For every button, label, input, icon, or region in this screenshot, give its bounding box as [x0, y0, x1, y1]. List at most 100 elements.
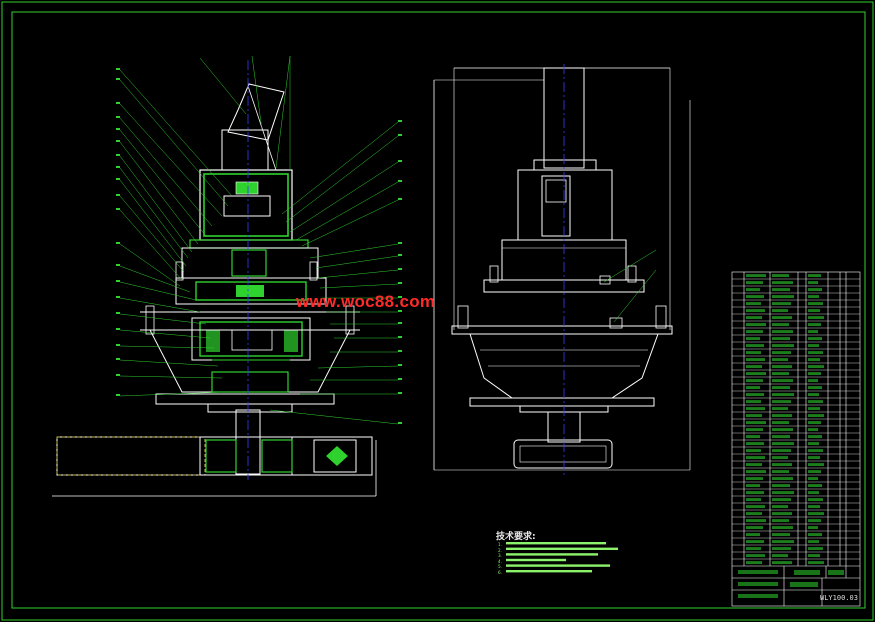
- parts-cell-mark: [772, 435, 790, 439]
- parts-cell-mark: [746, 491, 764, 495]
- parts-cell-mark: [772, 351, 791, 355]
- parts-cell-mark: [772, 414, 792, 418]
- parts-cell-mark: [808, 449, 823, 453]
- parts-cell-mark: [808, 274, 821, 278]
- parts-cell-mark: [772, 309, 788, 313]
- parts-cell-mark: [746, 316, 762, 320]
- parts-cell-mark: [808, 512, 824, 516]
- parts-cell-mark: [746, 463, 762, 467]
- parts-cell-mark: [772, 281, 793, 285]
- parts-cell-mark: [772, 561, 792, 565]
- parts-cell-mark: [746, 470, 766, 474]
- parts-cell-mark: [746, 330, 763, 334]
- parts-cell-mark: [746, 435, 760, 439]
- section-view: [52, 55, 402, 497]
- parts-cell-mark: [808, 302, 823, 306]
- parts-cell-mark: [808, 484, 822, 488]
- parts-cell-mark: [746, 540, 764, 544]
- parts-cell-mark: [772, 449, 791, 453]
- parts-cell-mark: [746, 484, 760, 488]
- parts-cell-mark: [772, 470, 789, 474]
- parts-cell-mark: [746, 379, 763, 383]
- parts-cell-mark: [772, 421, 789, 425]
- parts-cell-mark: [808, 491, 819, 495]
- parts-cell-mark: [772, 379, 793, 383]
- parts-cell-mark: [772, 302, 791, 306]
- parts-cell-mark: [772, 540, 794, 544]
- parts-cell-mark: [746, 428, 763, 432]
- parts-cell-mark: [808, 414, 824, 418]
- parts-list-rows: [732, 274, 860, 565]
- parts-cell-mark: [808, 526, 818, 530]
- parts-cell-mark: [746, 449, 761, 453]
- parts-cell-mark: [808, 477, 818, 481]
- parts-cell-mark: [808, 400, 823, 404]
- parts-cell-mark: [772, 477, 793, 481]
- parts-cell-mark: [772, 337, 790, 341]
- parts-cell-mark: [746, 407, 765, 411]
- parts-cell-mark: [772, 316, 792, 320]
- parts-cell-mark: [808, 421, 821, 425]
- parts-cell-mark: [808, 309, 820, 313]
- parts-cell-mark: [746, 498, 761, 502]
- parts-cell-mark: [772, 365, 792, 369]
- parts-cell-mark: [808, 435, 822, 439]
- parts-cell-mark: [772, 512, 792, 516]
- parts-cell-mark: [746, 442, 764, 446]
- parts-cell-mark: [772, 456, 788, 460]
- parts-cell-mark: [746, 344, 764, 348]
- parts-cell-mark: [772, 554, 788, 558]
- parts-cell-mark: [746, 288, 760, 292]
- mechanical-assembly-drawing: [1, 1, 874, 621]
- parts-cell-mark: [808, 533, 822, 537]
- parts-cell-mark: [746, 358, 765, 362]
- parts-cell-mark: [772, 463, 792, 467]
- parts-cell-mark: [746, 554, 765, 558]
- parts-cell-mark: [808, 323, 821, 327]
- parts-cell-mark: [746, 477, 763, 481]
- parts-cell-mark: [746, 309, 765, 313]
- parts-cell-mark: [746, 295, 764, 299]
- parts-cell-mark: [772, 400, 791, 404]
- parts-cell-mark: [746, 533, 760, 537]
- parts-cell-mark: [808, 295, 819, 299]
- parts-cell-mark: [808, 428, 818, 432]
- parts-cell-mark: [808, 442, 819, 446]
- parts-cell-mark: [772, 323, 789, 327]
- parts-cell-mark: [772, 519, 789, 523]
- technical-note: 6.: [498, 569, 502, 575]
- parts-cell-mark: [746, 372, 766, 376]
- drawing-number: WLY100.03: [820, 594, 858, 602]
- parts-cell-mark: [746, 421, 766, 425]
- inner-border: [11, 11, 866, 609]
- external-view: [433, 64, 691, 478]
- parts-cell-mark: [772, 407, 788, 411]
- parts-cell-mark: [808, 561, 824, 565]
- parts-cell-mark: [746, 414, 762, 418]
- parts-cell-mark: [746, 519, 766, 523]
- parts-cell-mark: [808, 407, 820, 411]
- parts-cell-mark: [746, 337, 760, 341]
- parts-cell-mark: [808, 505, 820, 509]
- parts-cell-mark: [746, 323, 766, 327]
- technical-notes-lines: [506, 542, 618, 573]
- parts-cell-mark: [772, 386, 790, 390]
- parts-cell-mark: [808, 547, 823, 551]
- parts-cell-mark: [772, 295, 794, 299]
- technical-requirements-list: 1. 2. 3. 4. 5. 6.: [498, 542, 502, 576]
- parts-cell-mark: [772, 428, 793, 432]
- parts-cell-mark: [746, 456, 765, 460]
- parts-cell-mark: [808, 456, 820, 460]
- parts-cell-mark: [746, 281, 763, 285]
- parts-cell-mark: [772, 505, 788, 509]
- parts-cell-mark: [746, 386, 760, 390]
- parts-cell-mark: [772, 288, 790, 292]
- parts-cell-mark: [808, 540, 819, 544]
- parts-cell-mark: [772, 393, 794, 397]
- parts-cell-mark: [808, 379, 818, 383]
- parts-cell-mark: [772, 344, 794, 348]
- parts-cell-mark: [746, 505, 765, 509]
- parts-cell-mark: [808, 358, 820, 362]
- parts-cell-mark: [808, 463, 824, 467]
- parts-cell-mark: [808, 344, 819, 348]
